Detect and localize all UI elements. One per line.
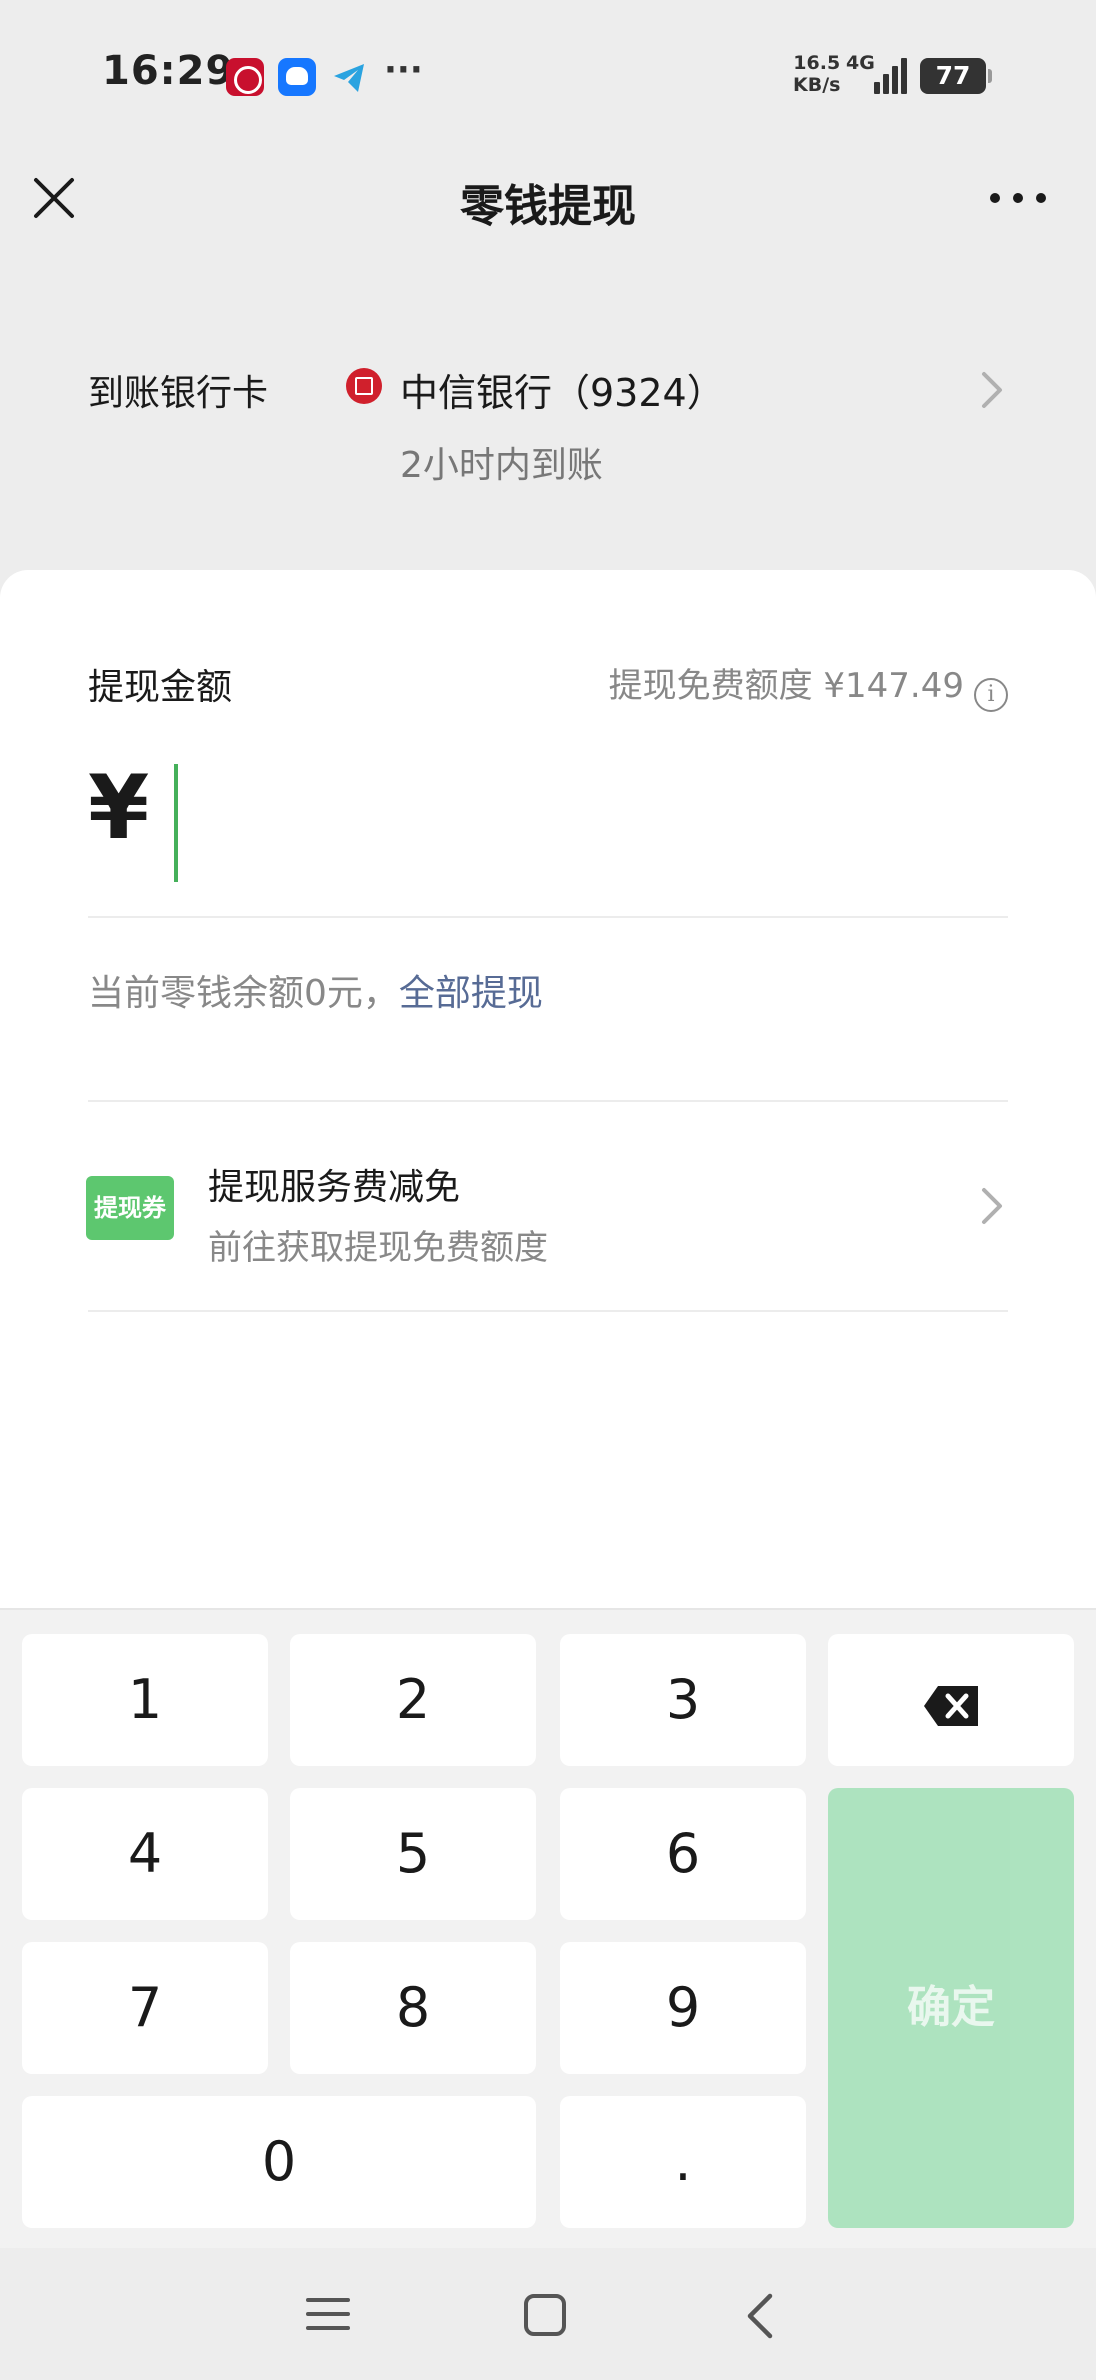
key-2[interactable]: 2 (290, 1634, 536, 1766)
key-1[interactable]: 1 (22, 1634, 268, 1766)
network-speed-value: 16.5 (793, 52, 841, 74)
numeric-keypad: 1 2 3 4 5 6 7 8 9 0 . 确定 (0, 1608, 1096, 2248)
key-9[interactable]: 9 (560, 1942, 806, 2074)
fee-waiver-row[interactable]: 提现券 提现服务费减免 前往获取提现免费额度 (0, 1104, 1096, 1308)
divider (88, 1100, 1008, 1102)
input-caret (174, 764, 178, 882)
key-6[interactable]: 6 (560, 1788, 806, 1920)
free-quota-text: 提现免费额度 ¥147.49 (608, 666, 964, 706)
key-4[interactable]: 4 (22, 1788, 268, 1920)
confirm-button[interactable]: 确定 (828, 1788, 1074, 2228)
withdraw-all-link[interactable]: 全部提现 (399, 973, 543, 1014)
network-speed-unit: KB/s (793, 74, 841, 96)
status-bar: 16:29 ··· 16.5 KB/s 4G 77 (0, 0, 1096, 150)
key-0[interactable]: 0 (22, 2096, 536, 2228)
page-title: 零钱提现 (460, 181, 636, 232)
signal-icon (872, 54, 912, 94)
key-8[interactable]: 8 (290, 1942, 536, 2074)
backspace-key[interactable] (828, 1634, 1074, 1766)
notification-more-icon: ··· (384, 50, 423, 90)
bank-logo-icon (346, 368, 382, 404)
home-icon[interactable] (524, 2294, 566, 2336)
coupon-badge: 提现券 (86, 1176, 174, 1240)
key-5[interactable]: 5 (290, 1788, 536, 1920)
backspace-icon (922, 1678, 980, 1741)
amount-input[interactable] (170, 760, 990, 870)
key-decimal[interactable]: . (560, 2096, 806, 2228)
bank-card-label: 到账银行卡 (88, 373, 269, 414)
key-7[interactable]: 7 (22, 1942, 268, 2074)
chevron-right-icon (978, 370, 1006, 410)
withdraw-sheet: 提现金额 提现免费额度 ¥147.49 i ¥ 当前零钱余额0元，全部提现 提现券… (0, 570, 1096, 1610)
recent-apps-icon[interactable] (306, 2296, 350, 2334)
bank-card-name: 中信银行（9324） (400, 371, 725, 415)
fee-waiver-title: 提现服务费减免 (208, 1167, 461, 1208)
chevron-right-icon (978, 1186, 1006, 1226)
system-navigation-bar (0, 2248, 1096, 2380)
bank-card-selector[interactable]: 到账银行卡 中信银行（9324） 2小时内到账 (0, 340, 1096, 510)
battery-icon: 77 (920, 58, 992, 94)
info-icon[interactable]: i (974, 678, 1008, 712)
network-type: 4G (846, 52, 875, 74)
network-speed: 16.5 KB/s (793, 52, 840, 96)
divider (88, 916, 1008, 918)
telegram-icon (330, 58, 368, 96)
key-3[interactable]: 3 (560, 1634, 806, 1766)
balance-row: 当前零钱余额0元，全部提现 (88, 964, 543, 1016)
amount-label: 提现金额 (88, 667, 233, 708)
arrival-time: 2小时内到账 (400, 445, 603, 486)
status-time: 16:29 (102, 48, 235, 94)
free-quota[interactable]: 提现免费额度 ¥147.49 i (609, 658, 1008, 712)
fee-waiver-subtitle: 前往获取提现免费额度 (208, 1228, 548, 1268)
chat-app-icon (278, 58, 316, 96)
currency-symbol: ¥ (88, 756, 150, 859)
bank-app-icon (226, 58, 264, 96)
balance-text: 当前零钱余额0元， (88, 973, 399, 1014)
back-icon[interactable] (740, 2292, 780, 2340)
divider (88, 1310, 1008, 1312)
more-options-icon[interactable] (990, 190, 1046, 206)
